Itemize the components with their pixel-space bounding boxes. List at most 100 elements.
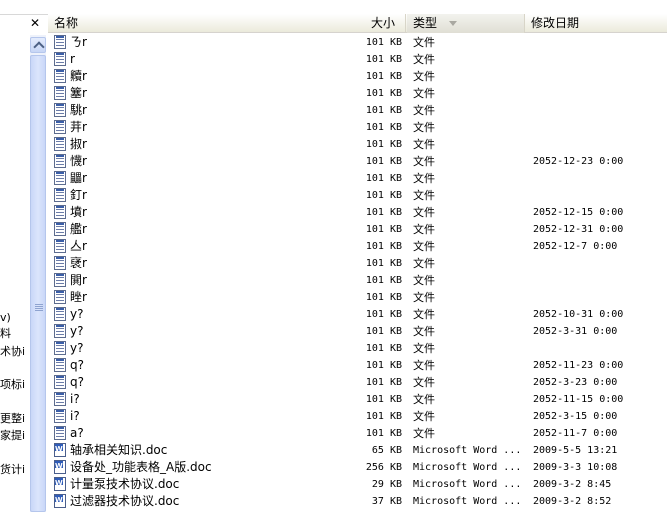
file-icon (54, 239, 68, 254)
file-type: Microsoft Word ... (413, 496, 522, 507)
file-row[interactable]: 釘r 101 KB 文件 (48, 187, 667, 204)
left-pane-fragment[interactable]: 料 (0, 327, 11, 340)
file-type: 文件 (413, 342, 435, 355)
word-doc-icon (54, 458, 68, 475)
file-type: 文件 (413, 138, 435, 151)
file-row[interactable]: 茾r 101 KB 文件 (48, 119, 667, 136)
file-modified-date: 2009-3-2 8:52 (533, 496, 612, 507)
file-type: 文件 (413, 257, 435, 270)
file-row[interactable]: 过滤器技术协议.doc 37 KB Microsoft Word ... 2009-3… (48, 492, 667, 510)
file-type: 文件 (413, 87, 435, 100)
left-pane-scrollbar[interactable] (30, 35, 46, 512)
scroll-up-arrow-icon[interactable] (30, 37, 46, 53)
left-pane-fragment[interactable]: v) (0, 311, 11, 324)
file-name: 閧r (70, 273, 87, 287)
column-header-size[interactable]: 大小 (365, 14, 407, 33)
file-name: 墳r (70, 205, 87, 219)
file-size: 101 KB (365, 411, 402, 422)
file-row[interactable]: y? 101 KB 文件 (48, 340, 667, 357)
file-row[interactable]: y? 101 KB 文件 2052-10-31 0:00 (48, 306, 667, 323)
column-header-name[interactable]: 名称 (48, 14, 406, 33)
file-name: 裦r (70, 256, 87, 270)
file-size: 101 KB (365, 360, 402, 371)
file-type: 文件 (413, 36, 435, 49)
file-modified-date: 2009-3-2 8:45 (533, 479, 612, 490)
file-row[interactable]: 鼺r 101 KB 文件 (48, 170, 667, 187)
file-row[interactable]: 簺r 101 KB 文件 (48, 85, 667, 102)
file-row[interactable]: 閧r 101 KB 文件 (48, 272, 667, 289)
file-row[interactable]: 駣r 101 KB 文件 (48, 102, 667, 119)
file-name: q? (70, 358, 84, 372)
left-pane-fragment[interactable]: 术协i (0, 345, 25, 358)
file-icon (54, 307, 68, 322)
file-size: 101 KB (365, 275, 402, 286)
file-row[interactable]: a? 101 KB 文件 2052-11-7 0:00 (48, 425, 667, 442)
file-name: i? (70, 409, 80, 423)
left-pane-fragment[interactable]: 货计i (0, 463, 25, 476)
file-row[interactable]: 计量泵技术协议.doc 29 KB Microsoft Word ... 2009-3… (48, 475, 667, 493)
file-type: Microsoft Word ... (413, 445, 522, 456)
file-type: 文件 (413, 155, 435, 168)
file-icon (54, 52, 68, 67)
file-name: r (70, 52, 75, 66)
file-row[interactable]: i? 101 KB 文件 2052-3-15 0:00 (48, 408, 667, 425)
file-row[interactable]: 亼r 101 KB 文件 2052-12-7 0:00 (48, 238, 667, 255)
close-icon[interactable]: ✕ (28, 16, 42, 30)
file-list: ㄋr 101 KB 文件 r 101 KB 文件 贕r 101 KB 文件 簺r 101 KB 文件… (48, 34, 667, 512)
file-icon (54, 426, 68, 441)
file-size: 101 KB (365, 173, 402, 184)
file-icon (54, 324, 68, 339)
file-type: Microsoft Word ... (413, 462, 522, 473)
file-modified-date: 2052-12-23 0:00 (533, 156, 624, 167)
file-row[interactable]: 贕r 101 KB 文件 (48, 68, 667, 85)
left-pane-fragment[interactable]: 项标i (0, 378, 25, 391)
file-icon (54, 35, 68, 50)
file-row[interactable]: 裦r 101 KB 文件 (48, 255, 667, 272)
file-row[interactable]: 艦r 101 KB 文件 2052-12-31 0:00 (48, 221, 667, 238)
file-row[interactable]: q? 101 KB 文件 2052-11-23 0:00 (48, 357, 667, 374)
file-size: 101 KB (365, 190, 402, 201)
file-name: 亼r (70, 239, 87, 253)
scroll-thumb[interactable] (30, 55, 46, 512)
file-icon (54, 205, 68, 220)
file-size: 101 KB (365, 88, 402, 99)
column-header-size-label: 大小 (371, 16, 396, 30)
file-size: 101 KB (365, 343, 402, 354)
file-icon (54, 358, 68, 373)
file-icon (54, 273, 68, 288)
file-row[interactable]: q? 101 KB 文件 2052-3-23 0:00 (48, 374, 667, 391)
file-row[interactable]: i? 101 KB 文件 2052-11-15 0:00 (48, 391, 667, 408)
left-pane-fragment[interactable]: 家提i (0, 429, 25, 442)
left-pane-fragment[interactable]: 更整i (0, 412, 25, 425)
file-row[interactable]: 睉r 101 KB 文件 (48, 289, 667, 306)
file-modified-date: 2052-3-31 0:00 (533, 326, 618, 337)
word-doc-icon (54, 475, 68, 492)
file-row[interactable]: y? 101 KB 文件 2052-3-31 0:00 (48, 323, 667, 340)
file-name: a? (70, 426, 84, 440)
file-row[interactable]: 懱r 101 KB 文件 2052-12-23 0:00 (48, 153, 667, 170)
file-size: 101 KB (365, 224, 402, 235)
file-icon (54, 392, 68, 407)
column-header-date-label: 修改日期 (531, 16, 580, 30)
file-name: 掓r (70, 137, 87, 151)
column-header-bar: 名称 大小 类型 修改日期 (48, 14, 667, 33)
file-icon (54, 188, 68, 203)
column-header-type[interactable]: 类型 (407, 14, 525, 33)
file-size: 101 KB (365, 258, 402, 269)
file-size: 29 KB (371, 479, 402, 490)
file-name: 艦r (70, 222, 87, 236)
file-icon (54, 137, 68, 152)
file-name: 贕r (70, 69, 87, 83)
file-type: 文件 (413, 206, 435, 219)
file-row[interactable]: r 101 KB 文件 (48, 51, 667, 68)
file-size: 101 KB (365, 377, 402, 388)
column-header-date[interactable]: 修改日期 (525, 14, 667, 33)
file-name: q? (70, 375, 84, 389)
file-row[interactable]: 设备处_功能表格_A版.doc 256 KB Microsoft Word ... 2… (48, 458, 667, 476)
file-row[interactable]: 掓r 101 KB 文件 (48, 136, 667, 153)
file-name: y? (70, 341, 84, 355)
file-row[interactable]: 轴承相关知识.doc 65 KB Microsoft Word ... 2009-5-… (48, 441, 667, 459)
file-row[interactable]: ㄋr 101 KB 文件 (48, 34, 667, 51)
file-icon (54, 256, 68, 271)
file-row[interactable]: 墳r 101 KB 文件 2052-12-15 0:00 (48, 204, 667, 221)
